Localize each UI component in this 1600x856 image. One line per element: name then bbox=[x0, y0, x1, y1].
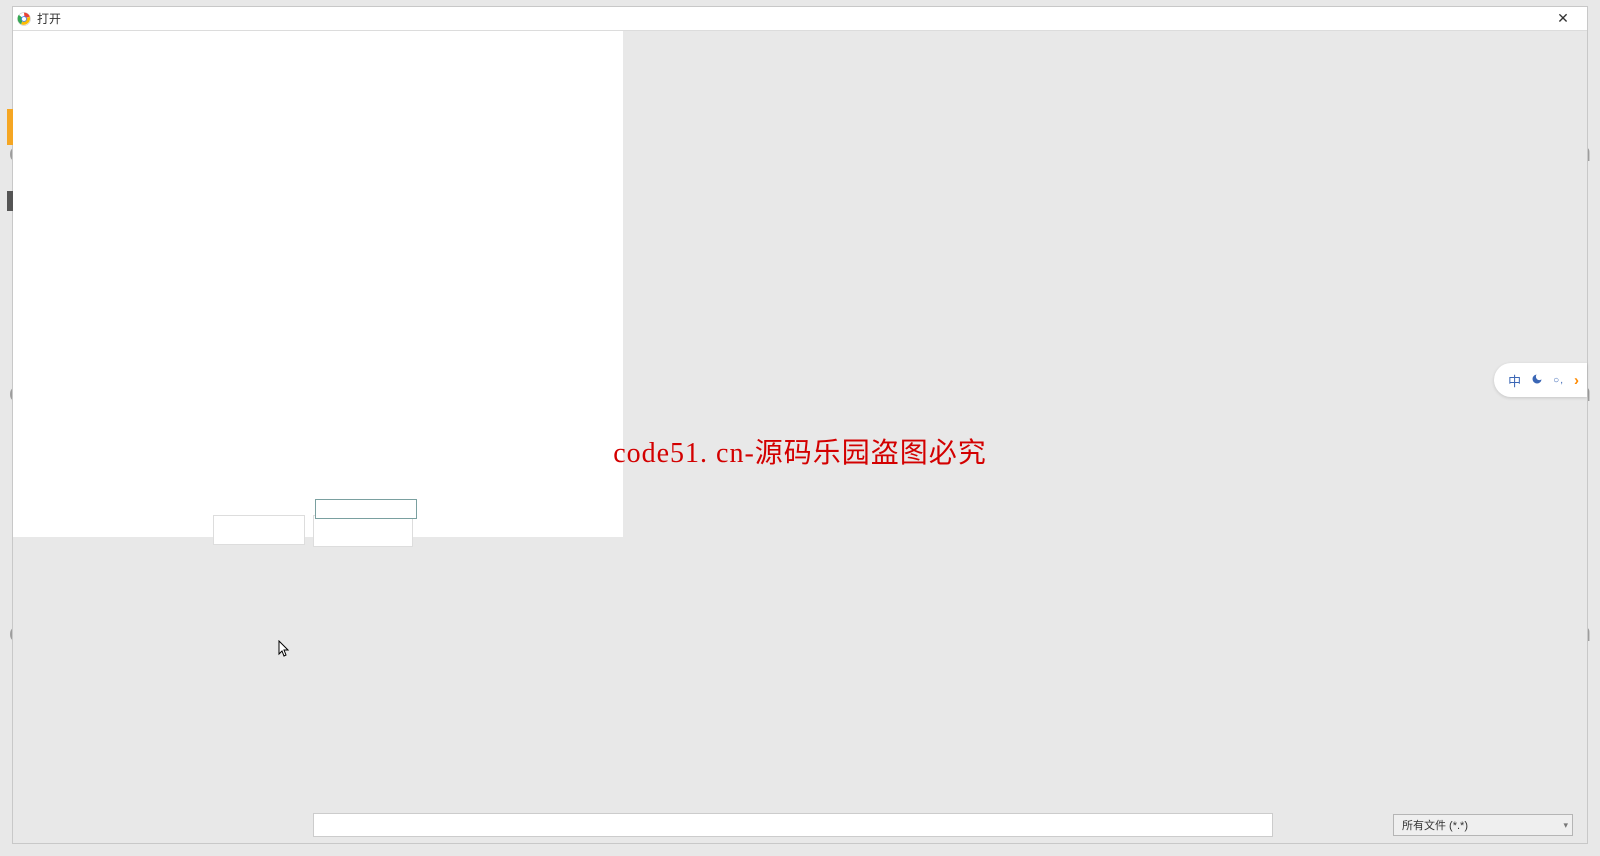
close-icon: ✕ bbox=[1557, 10, 1569, 27]
filetype-dropdown[interactable]: 所有文件 (*.*) ▾ bbox=[1393, 814, 1573, 836]
dialog-title: 打开 bbox=[37, 10, 61, 27]
chevron-down-icon: ▾ bbox=[1563, 820, 1568, 831]
ime-lang-char: 中 bbox=[1508, 371, 1521, 390]
dialog-content: code51. cn-源码乐园盗图必究 中 ○, › bbox=[13, 31, 1587, 807]
chevron-right-icon: › bbox=[1574, 372, 1579, 389]
rename-input[interactable] bbox=[315, 499, 417, 519]
dialog-footer: 所有文件 (*.*) ▾ bbox=[13, 807, 1587, 843]
open-file-dialog: 打开 ✕ code51. cn-源码乐园盗图必究 中 ○, › 所有文件 (*.… bbox=[12, 6, 1588, 844]
ghost-button-1[interactable] bbox=[213, 515, 305, 545]
ime-punctuation-icon: ○, bbox=[1553, 375, 1564, 386]
moon-icon bbox=[1531, 373, 1543, 388]
ghost-button-2[interactable] bbox=[313, 515, 413, 547]
filename-input[interactable] bbox=[313, 813, 1273, 837]
chrome-icon bbox=[17, 12, 31, 26]
close-button[interactable]: ✕ bbox=[1543, 8, 1583, 30]
watermark-banner: code51. cn-源码乐园盗图必究 bbox=[613, 431, 987, 471]
ime-indicator[interactable]: 中 ○, › bbox=[1494, 363, 1587, 397]
titlebar: 打开 ✕ bbox=[13, 7, 1587, 31]
filetype-label: 所有文件 (*.*) bbox=[1402, 817, 1468, 833]
file-list-pane[interactable] bbox=[13, 31, 623, 537]
